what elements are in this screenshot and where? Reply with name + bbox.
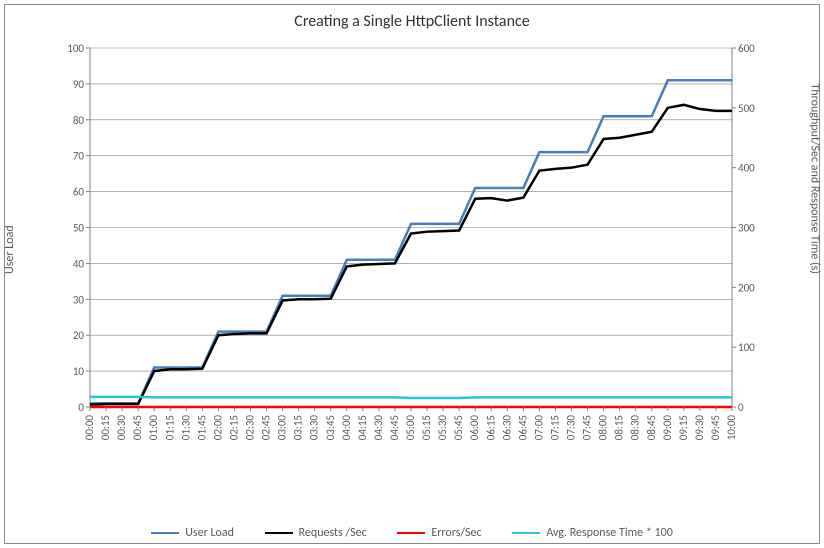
svg-text:300: 300 [738, 222, 755, 235]
chart-frame: Creating a Single HttpClient Instance Us… [0, 0, 824, 548]
legend-label: Requests /Sec [299, 526, 367, 540]
svg-text:09:15: 09:15 [677, 415, 690, 440]
legend-swatch [265, 532, 293, 534]
svg-text:200: 200 [738, 281, 755, 294]
svg-text:08:15: 08:15 [613, 415, 626, 440]
svg-text:08:30: 08:30 [629, 415, 642, 441]
legend-label: User Load [185, 526, 234, 540]
svg-text:03:30: 03:30 [308, 415, 321, 441]
svg-text:09:30: 09:30 [693, 415, 706, 441]
svg-text:00:45: 00:45 [131, 415, 144, 440]
y-axis-left-label: User Load [3, 225, 17, 274]
svg-text:04:00: 04:00 [340, 415, 353, 441]
svg-text:07:45: 07:45 [581, 415, 594, 440]
svg-text:30: 30 [73, 293, 85, 306]
svg-text:70: 70 [73, 150, 85, 163]
svg-text:10:00: 10:00 [725, 415, 738, 441]
svg-text:05:45: 05:45 [452, 415, 465, 440]
svg-text:40: 40 [73, 257, 85, 270]
legend-label: Errors/Sec [431, 526, 481, 540]
chart-svg: 0 10 20 30 40 50 60 70 80 90 100 0 100 200 300 400 500 60… [60, 42, 764, 462]
svg-text:50: 50 [73, 222, 85, 235]
svg-text:02:00: 02:00 [211, 415, 224, 441]
svg-text:09:00: 09:00 [661, 415, 674, 441]
svg-text:01:30: 01:30 [179, 415, 192, 441]
svg-text:0: 0 [738, 401, 744, 414]
svg-text:06:15: 06:15 [484, 415, 497, 440]
legend-item-user-load: User Load [151, 526, 234, 540]
svg-text:01:00: 01:00 [147, 415, 160, 441]
svg-text:07:30: 07:30 [565, 415, 578, 441]
svg-text:04:30: 04:30 [372, 415, 385, 441]
svg-text:06:45: 06:45 [516, 415, 529, 440]
legend-swatch [151, 532, 179, 534]
svg-text:07:15: 07:15 [548, 415, 561, 440]
plot-area: 0 10 20 30 40 50 60 70 80 90 100 0 100 200 300 400 500 60… [60, 42, 764, 462]
svg-text:02:15: 02:15 [227, 415, 240, 440]
svg-text:0: 0 [78, 401, 84, 414]
y-axis-right-label: Throughput/Sec and Response Time (s) [807, 84, 821, 274]
svg-text:05:30: 05:30 [436, 415, 449, 441]
svg-text:05:15: 05:15 [420, 415, 433, 440]
svg-text:100: 100 [738, 341, 755, 354]
svg-text:00:15: 00:15 [99, 415, 112, 440]
legend-swatch [397, 532, 425, 534]
legend: User Load Requests /Sec Errors/Sec Avg. … [0, 524, 824, 540]
svg-text:07:00: 07:00 [532, 415, 545, 441]
series-line [90, 80, 732, 403]
series-line [90, 105, 732, 405]
svg-text:600: 600 [738, 42, 755, 55]
svg-text:04:45: 04:45 [388, 415, 401, 440]
svg-text:01:45: 01:45 [195, 415, 208, 440]
chart-title: Creating a Single HttpClient Instance [0, 12, 824, 31]
svg-text:500: 500 [738, 102, 755, 115]
svg-text:100: 100 [67, 42, 84, 55]
svg-text:60: 60 [73, 186, 85, 199]
svg-text:80: 80 [73, 114, 85, 127]
series-line [90, 397, 732, 398]
svg-text:10: 10 [73, 365, 85, 378]
svg-text:08:00: 08:00 [597, 415, 610, 441]
legend-item-response: Avg. Response Time * 100 [512, 526, 672, 540]
svg-text:06:00: 06:00 [468, 415, 481, 441]
svg-text:05:00: 05:00 [404, 415, 417, 441]
svg-text:00:00: 00:00 [83, 415, 96, 441]
svg-text:90: 90 [73, 78, 85, 91]
svg-text:400: 400 [738, 162, 755, 175]
svg-text:04:15: 04:15 [356, 415, 369, 440]
svg-text:20: 20 [73, 329, 85, 342]
svg-text:03:15: 03:15 [292, 415, 305, 440]
legend-item-errors: Errors/Sec [397, 526, 481, 540]
svg-text:01:15: 01:15 [163, 415, 176, 440]
svg-text:06:30: 06:30 [500, 415, 513, 441]
legend-label: Avg. Response Time * 100 [546, 526, 672, 540]
svg-text:08:45: 08:45 [645, 415, 658, 440]
legend-swatch [512, 532, 540, 534]
svg-text:00:30: 00:30 [115, 415, 128, 441]
svg-text:02:30: 02:30 [244, 415, 257, 441]
svg-text:03:00: 03:00 [276, 415, 289, 441]
svg-text:09:45: 09:45 [709, 415, 722, 440]
legend-item-requests: Requests /Sec [265, 526, 367, 540]
svg-text:02:45: 02:45 [260, 415, 273, 440]
svg-text:03:45: 03:45 [324, 415, 337, 440]
